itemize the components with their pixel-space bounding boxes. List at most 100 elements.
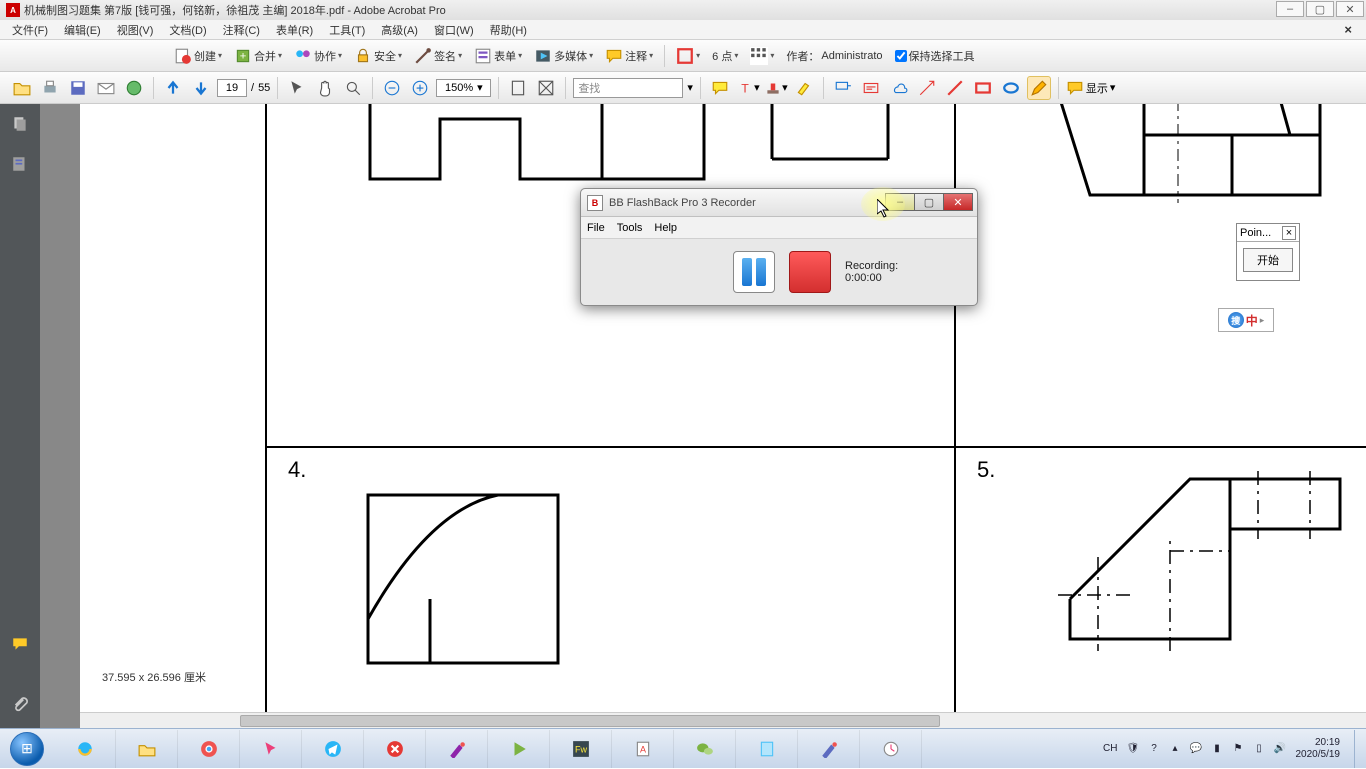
sticky-note-tool[interactable] — [708, 76, 732, 100]
tray-clock[interactable]: 20:19 2020/5/19 — [1296, 737, 1347, 761]
menu-file[interactable]: 文件(F) — [4, 22, 56, 38]
pattern-button[interactable]: ▾ — [746, 47, 778, 65]
task-explorer[interactable] — [116, 730, 178, 768]
zoom-in-button[interactable] — [408, 76, 432, 100]
close-button[interactable]: ✕ — [1336, 1, 1364, 17]
cloud-tool[interactable] — [887, 76, 911, 100]
task-clock[interactable] — [860, 730, 922, 768]
horizontal-scrollbar[interactable] — [80, 712, 1366, 728]
minimize-button[interactable]: – — [1276, 1, 1304, 17]
menu-forms[interactable]: 表单(R) — [268, 22, 321, 38]
callout-tool[interactable] — [831, 76, 855, 100]
pages-panel-icon[interactable] — [10, 114, 30, 134]
tray-up-icon[interactable]: ▴ — [1168, 741, 1183, 756]
point-panel[interactable]: Poin... × 开始 — [1236, 223, 1300, 281]
pencil-tool[interactable] — [1027, 76, 1051, 100]
collab-button[interactable]: 协作▾ — [290, 47, 346, 65]
web-button[interactable] — [122, 76, 146, 100]
comments-panel-icon[interactable] — [10, 634, 30, 654]
fit-width-button[interactable] — [506, 76, 530, 100]
point-panel-close[interactable]: × — [1282, 226, 1296, 240]
next-page-button[interactable] — [189, 76, 213, 100]
fit-page-button[interactable] — [534, 76, 558, 100]
rect-tool[interactable] — [971, 76, 995, 100]
task-player[interactable] — [488, 730, 550, 768]
stop-button[interactable] — [789, 251, 831, 293]
recorder-titlebar[interactable]: B BB FlashBack Pro 3 Recorder – ▢ ✕ — [581, 189, 977, 217]
menu-window[interactable]: 窗口(W) — [426, 22, 482, 38]
task-chrome[interactable] — [178, 730, 240, 768]
line-tool[interactable] — [943, 76, 967, 100]
task-app-draw2[interactable] — [798, 730, 860, 768]
tray-network-icon[interactable]: ▯ — [1252, 741, 1267, 756]
bookmarks-panel-icon[interactable] — [10, 154, 30, 174]
zoom-level[interactable]: 150% ▾ — [436, 79, 491, 97]
menu-help[interactable]: 帮助(H) — [482, 22, 535, 38]
ime-indicator[interactable]: 搜 中 ▸ — [1218, 308, 1274, 332]
task-ie[interactable] — [54, 730, 116, 768]
menu-tools[interactable]: 工具(T) — [321, 22, 373, 38]
attachments-panel-icon[interactable] — [10, 694, 30, 714]
close-doc-button[interactable]: × — [1336, 22, 1360, 37]
task-notepad[interactable] — [736, 730, 798, 768]
tray-volume-icon[interactable]: 🔊 — [1273, 741, 1288, 756]
highlight-tool[interactable] — [792, 76, 816, 100]
menu-advanced[interactable]: 高级(A) — [373, 22, 426, 38]
task-app-draw[interactable] — [426, 730, 488, 768]
tray-help-icon[interactable]: ? — [1147, 741, 1162, 756]
task-wechat[interactable] — [674, 730, 736, 768]
marquee-zoom[interactable] — [341, 76, 365, 100]
tray-chat-icon[interactable]: 💬 — [1189, 741, 1204, 756]
multimedia-button[interactable]: 多媒体▾ — [530, 47, 597, 65]
tray-security-icon[interactable]: 🛡 — [1126, 741, 1141, 756]
recorder-minimize[interactable]: – — [885, 193, 915, 211]
hand-tool[interactable] — [313, 76, 337, 100]
menu-view[interactable]: 视图(V) — [109, 22, 162, 38]
maximize-button[interactable]: ▢ — [1306, 1, 1334, 17]
comment-button[interactable]: 注释▾ — [601, 47, 657, 65]
recorder-menu-tools[interactable]: Tools — [617, 222, 643, 234]
recorder-menu-file[interactable]: File — [587, 222, 605, 234]
merge-button[interactable]: + 合并▾ — [230, 47, 286, 65]
menu-comments[interactable]: 注释(C) — [215, 22, 268, 38]
prev-page-button[interactable] — [161, 76, 185, 100]
select-tool[interactable] — [285, 76, 309, 100]
recorder-window[interactable]: B BB FlashBack Pro 3 Recorder – ▢ ✕ File… — [580, 188, 978, 306]
task-fireworks[interactable]: Fw — [550, 730, 612, 768]
tray-lang[interactable]: CH — [1103, 743, 1117, 754]
open-button[interactable] — [10, 76, 34, 100]
redbox-tool[interactable]: ▾ — [672, 47, 704, 65]
arrow-tool[interactable] — [915, 76, 939, 100]
task-telegram[interactable] — [302, 730, 364, 768]
recorder-close[interactable]: ✕ — [943, 193, 973, 211]
points-button[interactable]: 6 点▾ — [708, 48, 742, 64]
oval-tool[interactable] — [999, 76, 1023, 100]
menu-edit[interactable]: 编辑(E) — [56, 22, 109, 38]
zoom-out-button[interactable] — [380, 76, 404, 100]
secure-button[interactable]: 安全▾ — [350, 47, 406, 65]
create-button[interactable]: 创建▾ — [170, 47, 226, 65]
sign-button[interactable]: 签名▾ — [410, 47, 466, 65]
email-button[interactable] — [94, 76, 118, 100]
print-button[interactable] — [38, 76, 62, 100]
find-input[interactable]: 查找 — [573, 78, 683, 98]
start-button[interactable]: ⊞ — [0, 729, 54, 769]
task-app-red[interactable] — [364, 730, 426, 768]
text-edit-tool[interactable]: T▾ — [736, 76, 760, 100]
tray-battery-icon[interactable]: ▮ — [1210, 741, 1225, 756]
recorder-maximize[interactable]: ▢ — [914, 193, 944, 211]
pause-button[interactable] — [733, 251, 775, 293]
task-app-pink[interactable] — [240, 730, 302, 768]
tray-flag-icon[interactable]: ⚑ — [1231, 741, 1246, 756]
textbox-tool[interactable] — [859, 76, 883, 100]
save-button[interactable] — [66, 76, 90, 100]
point-start-button[interactable]: 开始 — [1243, 248, 1293, 272]
task-reader[interactable]: A — [612, 730, 674, 768]
recorder-menu-help[interactable]: Help — [654, 222, 677, 234]
keep-select-checkbox[interactable]: 保持选择工具 — [891, 48, 979, 64]
stamp-tool[interactable]: ▾ — [764, 76, 788, 100]
show-button[interactable]: 显示▾ — [1066, 79, 1116, 97]
forms-button[interactable]: 表单▾ — [470, 47, 526, 65]
page-number-input[interactable] — [217, 79, 247, 97]
show-desktop-button[interactable] — [1354, 730, 1364, 768]
